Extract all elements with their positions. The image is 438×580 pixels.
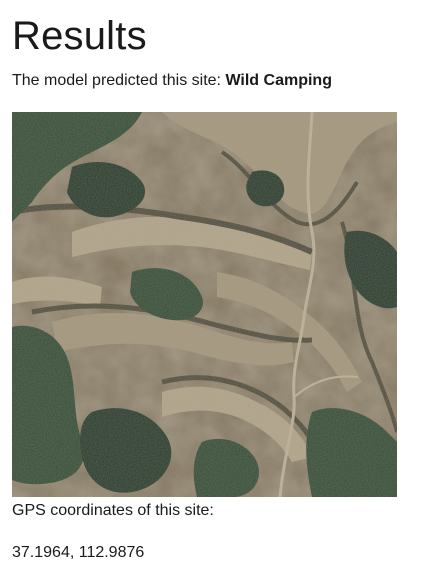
page-title: Results: [12, 14, 147, 58]
prediction-line: The model predicted this site: Wild Camp…: [12, 69, 332, 93]
prediction-prefix: The model predicted this site:: [12, 72, 221, 89]
satellite-image: [12, 112, 397, 497]
gps-value: 37.1964, 112.9876: [12, 544, 145, 561]
image-grain: [12, 112, 397, 497]
gps-label: GPS coordinates of this site:: [12, 502, 214, 519]
prediction-value: Wild Camping: [225, 72, 332, 89]
